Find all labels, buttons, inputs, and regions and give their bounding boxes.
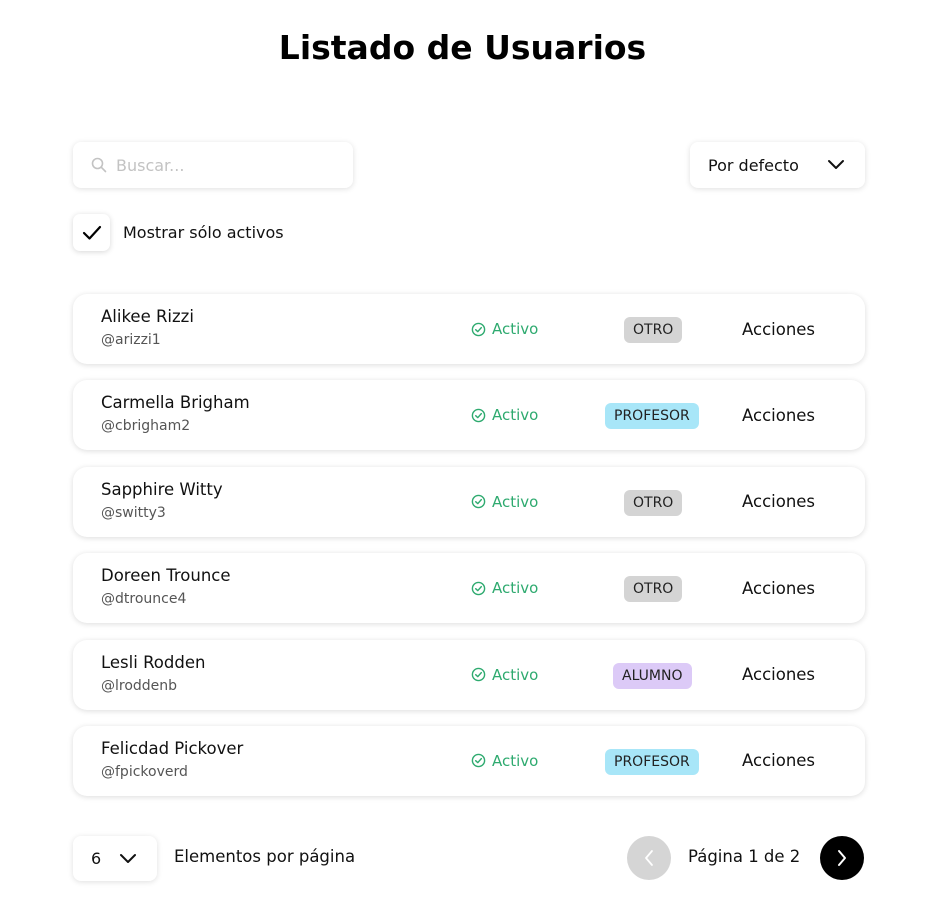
check-circle-icon xyxy=(471,408,486,423)
status-label: Activo xyxy=(492,751,539,770)
user-handle: @fpickoverd xyxy=(101,763,188,780)
active-filter: Mostrar sólo activos xyxy=(73,214,284,251)
prev-page-button[interactable] xyxy=(627,836,671,880)
chevron-left-icon xyxy=(645,850,653,866)
next-page-button[interactable] xyxy=(820,836,864,880)
page-size-value: 6 xyxy=(91,849,102,868)
active-only-label: Mostrar sólo activos xyxy=(123,223,284,242)
status-indicator: Activo xyxy=(471,380,538,450)
check-circle-icon xyxy=(471,581,486,595)
actions-button[interactable]: Acciones xyxy=(742,380,815,450)
actions-button[interactable]: Acciones xyxy=(742,294,815,364)
role-badge: PROFESOR xyxy=(605,748,699,775)
role-badge: OTRO xyxy=(624,489,683,516)
page-size-select[interactable]: 6 xyxy=(73,836,157,881)
search-box[interactable] xyxy=(73,142,353,188)
actions-button[interactable]: Acciones xyxy=(742,467,815,537)
user-row: Carmella Brigham @cbrigham2 Activo PROFE… xyxy=(73,380,865,451)
chevron-down-icon xyxy=(828,160,844,169)
page-size-label: Elementos por página xyxy=(174,847,356,866)
status-indicator: Activo xyxy=(471,553,538,623)
user-name: Felicdad Pickover xyxy=(101,738,244,758)
check-circle-icon xyxy=(471,494,486,509)
user-name: Lesli Rodden xyxy=(101,652,206,672)
role-badge: ALUMNO xyxy=(613,662,692,689)
active-only-checkbox[interactable] xyxy=(73,214,110,251)
user-handle: @lroddenb xyxy=(101,677,178,694)
status-indicator: Activo xyxy=(471,726,538,796)
user-handle: @cbrigham2 xyxy=(101,418,191,435)
user-row: Felicdad Pickover @fpickoverd Activo PRO… xyxy=(73,725,865,796)
user-handle: @switty3 xyxy=(101,504,166,521)
status-indicator: Activo xyxy=(471,640,538,710)
chevron-right-icon xyxy=(838,850,846,866)
status-indicator: Activo xyxy=(471,467,538,537)
search-icon xyxy=(91,157,107,173)
check-circle-icon xyxy=(471,754,486,768)
role-badge: PROFESOR xyxy=(605,403,699,430)
user-row: Lesli Rodden @lroddenb Activo ALUMNO Acc… xyxy=(73,639,865,710)
user-name: Alikee Rizzi xyxy=(101,307,194,326)
actions-button[interactable]: Acciones xyxy=(742,726,815,796)
status-indicator: Activo xyxy=(471,294,538,364)
role-badge: OTRO xyxy=(624,317,683,343)
user-row: Sapphire Witty @switty3 Activo OTRO Acci… xyxy=(73,466,865,537)
status-label: Activo xyxy=(492,406,539,425)
page-title: Listado de Usuarios xyxy=(278,28,647,67)
user-row: Doreen Trounce @dtrounce4 Activo OTRO Ac… xyxy=(73,553,865,624)
user-list: Alikee Rizzi @arizzi1 Activo OTRO Accion… xyxy=(73,294,865,812)
check-circle-icon xyxy=(471,322,486,336)
actions-button[interactable]: Acciones xyxy=(742,553,815,623)
search-input[interactable] xyxy=(116,155,336,175)
status-label: Activo xyxy=(492,665,539,684)
checkmark-icon xyxy=(82,225,101,240)
page-indicator: Página 1 de 2 xyxy=(688,847,801,866)
user-handle: @arizzi1 xyxy=(101,332,161,348)
sort-select-value: Por defecto xyxy=(708,155,799,175)
actions-button[interactable]: Acciones xyxy=(742,640,815,710)
user-name: Doreen Trounce xyxy=(101,566,231,586)
user-row: Alikee Rizzi @arizzi1 Activo OTRO Accion… xyxy=(73,294,865,364)
user-name: Carmella Brigham xyxy=(101,393,250,413)
status-label: Activo xyxy=(492,320,539,338)
status-label: Activo xyxy=(492,492,539,511)
check-circle-icon xyxy=(471,667,486,682)
chevron-down-icon xyxy=(120,853,136,863)
user-handle: @dtrounce4 xyxy=(101,591,187,608)
status-label: Activo xyxy=(492,579,539,598)
user-name: Sapphire Witty xyxy=(101,479,223,499)
sort-select[interactable]: Por defecto xyxy=(690,142,865,188)
role-badge: OTRO xyxy=(624,576,683,603)
